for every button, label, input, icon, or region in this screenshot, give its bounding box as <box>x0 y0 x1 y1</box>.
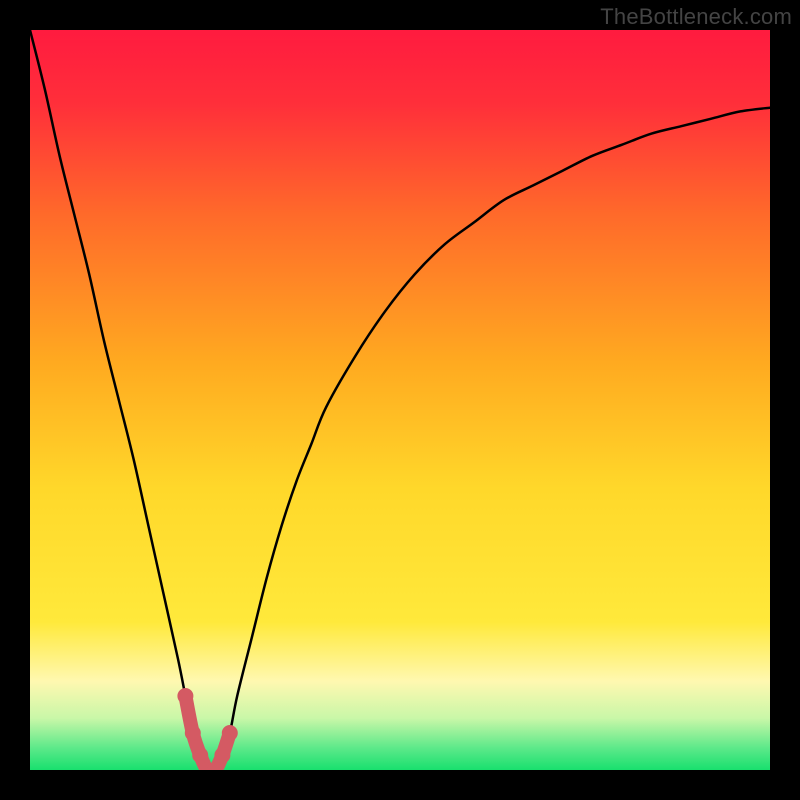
bottleneck-curve <box>30 30 770 770</box>
highlight-marker-dot <box>192 747 208 763</box>
highlight-marker-dot <box>222 725 238 741</box>
plot-area <box>30 30 770 770</box>
highlight-marker-dot <box>214 747 230 763</box>
highlight-marker-dot <box>185 725 201 741</box>
curves-layer <box>30 30 770 770</box>
chart-frame: TheBottleneck.com <box>0 0 800 800</box>
watermark-text: TheBottleneck.com <box>600 4 792 30</box>
highlight-marker-dot <box>177 688 193 704</box>
